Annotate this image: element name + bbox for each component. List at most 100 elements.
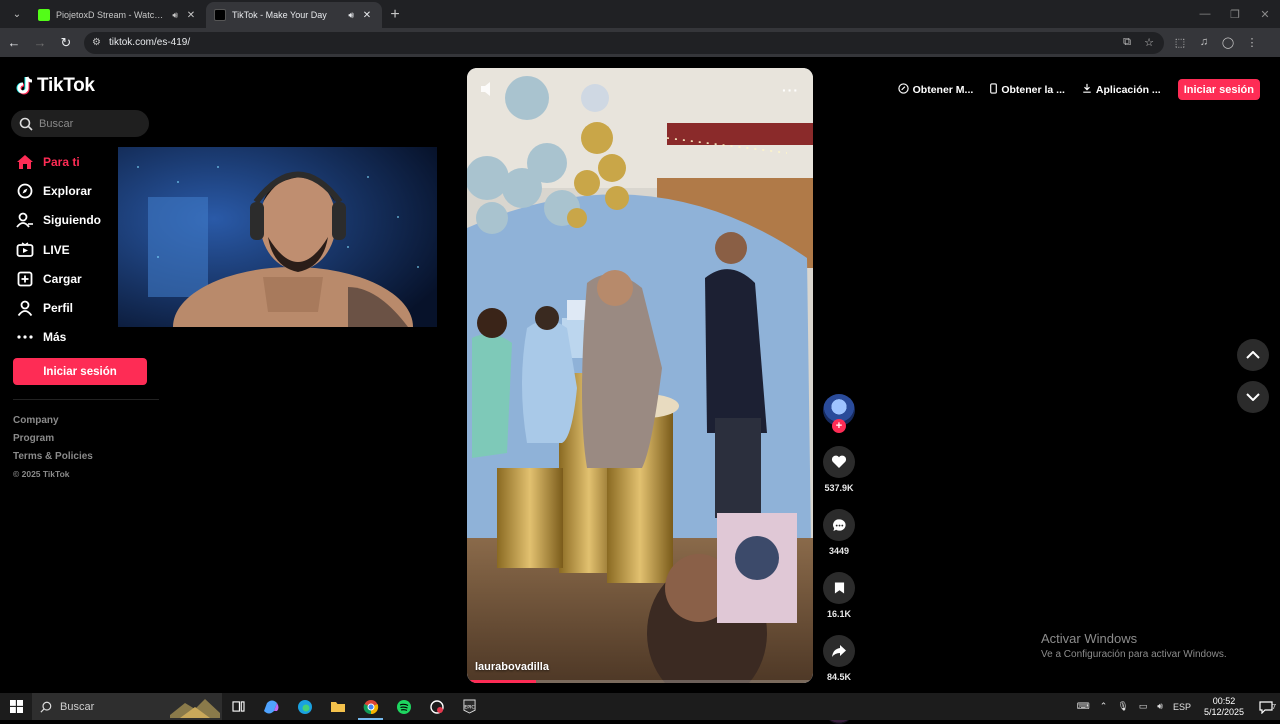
- activation-title: Activar Windows: [1041, 631, 1138, 646]
- video-player[interactable]: ··· laurabovadilla: [467, 68, 813, 683]
- reload-button[interactable]: ↻: [54, 31, 78, 55]
- tab-search-button[interactable]: ⌄: [4, 3, 30, 25]
- tiktok-logo[interactable]: TikTok: [16, 75, 95, 97]
- follow-plus-icon[interactable]: +: [832, 419, 846, 433]
- footer-link-company[interactable]: Company: [13, 412, 93, 430]
- video-username[interactable]: laurabovadilla: [475, 661, 549, 673]
- sidebar-item-label: Perfil: [43, 301, 74, 316]
- clock-date: 5/12/2025: [1203, 706, 1244, 717]
- scroll-down-button[interactable]: [1237, 381, 1269, 413]
- browser-menu-icon[interactable]: ⋮: [1240, 36, 1264, 49]
- install-app-icon[interactable]: ⧉: [1118, 36, 1136, 49]
- speaker-icon[interactable]: 🔊︎: [348, 10, 354, 21]
- windows-taskbar: Buscar EPIC ⌨ ⌃ 🎙︎ ▭ 🔊︎ ESP 00:52 5/12/2…: [0, 693, 1280, 720]
- taskbar-file-explorer[interactable]: [321, 693, 354, 720]
- browser-tab-stream[interactable]: PiojetoxD Stream - Watch Live 🔊︎ ✕: [30, 2, 206, 28]
- creator-avatar[interactable]: +: [823, 394, 855, 433]
- sidebar-item-label: LIVE: [43, 242, 70, 257]
- bookmark-star-icon[interactable]: ☆: [1140, 36, 1158, 49]
- forward-button[interactable]: →: [28, 31, 52, 55]
- sidebar-item-mas[interactable]: Más: [15, 323, 165, 352]
- comment-icon[interactable]: [823, 509, 855, 541]
- get-app-link[interactable]: Obtener la ...: [990, 82, 1065, 97]
- header-link-label: Obtener la ...: [1001, 83, 1065, 96]
- profile-icon[interactable]: ◯: [1216, 36, 1240, 49]
- upload-icon: [15, 271, 35, 287]
- sidebar-search[interactable]: [11, 110, 149, 137]
- like-action[interactable]: 537.9K: [820, 446, 858, 493]
- video-more-icon[interactable]: ···: [782, 82, 799, 98]
- more-icon: [15, 329, 35, 345]
- task-view-button[interactable]: [222, 693, 255, 720]
- windows-start-button[interactable]: [0, 693, 32, 720]
- minimize-icon[interactable]: —: [1190, 8, 1220, 20]
- address-bar[interactable]: ⚙ tiktok.com/es-419/ ⧉ ☆: [84, 31, 1164, 54]
- coin-icon: [897, 82, 909, 97]
- spotify-icon: [396, 699, 411, 714]
- search-icon: [40, 701, 52, 713]
- taskbar-chrome[interactable]: [354, 693, 387, 720]
- volume-icon[interactable]: [479, 80, 497, 98]
- close-tab-icon[interactable]: ✕: [360, 10, 374, 21]
- language-indicator[interactable]: ESP: [1173, 702, 1191, 712]
- taskbar-app-red[interactable]: [420, 693, 453, 720]
- network-icon[interactable]: ▭: [1139, 701, 1148, 712]
- sidebar-item-label: Para ti: [43, 154, 80, 169]
- webcam-overlay: [118, 147, 437, 327]
- following-icon: [15, 212, 35, 228]
- header-link-label: Obtener M...: [912, 83, 974, 96]
- header-login-button[interactable]: Iniciar sesión: [1177, 79, 1260, 100]
- task-view-icon: [232, 701, 245, 712]
- speaker-icon[interactable]: 🔊︎: [172, 10, 178, 21]
- window-controls: — ❐ ✕: [1190, 0, 1280, 28]
- tiktok-page: TikTok Para ti Explorar Siguiendo: [0, 57, 1280, 724]
- restore-icon[interactable]: ❐: [1220, 8, 1250, 21]
- taskbar-spotify[interactable]: [387, 693, 420, 720]
- webcam-image: [118, 147, 437, 327]
- taskbar-edge[interactable]: [288, 693, 321, 720]
- media-control-icon[interactable]: ♫: [1192, 36, 1216, 49]
- site-info-icon[interactable]: ⚙: [92, 37, 101, 48]
- footer-link-program[interactable]: Program: [13, 430, 93, 448]
- windows-activation-watermark: Activar Windows Ve a Configuración para …: [1041, 631, 1227, 660]
- tab-title: PiojetoxD Stream - Watch Live: [56, 10, 167, 20]
- keyboard-icon[interactable]: ⌨: [1077, 701, 1090, 712]
- bookmark-icon[interactable]: [823, 572, 855, 604]
- tray-overflow-icon[interactable]: ⌃: [1100, 701, 1108, 712]
- save-action[interactable]: 16.1K: [820, 572, 858, 619]
- search-highlight-icon: [170, 699, 220, 718]
- extensions-icon[interactable]: ⬚: [1168, 36, 1192, 49]
- taskbar-search[interactable]: Buscar: [32, 693, 222, 720]
- taskbar-epic-games[interactable]: EPIC: [453, 693, 486, 720]
- home-icon: [15, 154, 35, 170]
- windows-logo-icon: [9, 700, 23, 713]
- back-button[interactable]: ←: [2, 31, 26, 55]
- get-coins-link[interactable]: Obtener M...: [897, 82, 974, 97]
- share-action[interactable]: 84.5K: [820, 635, 858, 682]
- video-frame-image: [467, 68, 813, 683]
- video-action-rail: + 537.9K 3449 16.1K 84.5K: [820, 394, 858, 724]
- comment-action[interactable]: 3449: [820, 509, 858, 556]
- desktop-app-link[interactable]: Aplicación ...: [1082, 83, 1161, 96]
- sidebar-login-button[interactable]: Iniciar sesión: [13, 358, 147, 385]
- copyright-text: © 2025 TikTok: [13, 469, 70, 479]
- share-icon[interactable]: [823, 635, 855, 667]
- sidebar-item-label: Más: [43, 330, 67, 345]
- scroll-up-button[interactable]: [1237, 339, 1269, 371]
- heart-icon[interactable]: [823, 446, 855, 478]
- close-window-icon[interactable]: ✕: [1250, 8, 1280, 21]
- volume-icon[interactable]: 🔊︎: [1157, 701, 1163, 712]
- notification-center-button[interactable]: 7: [1252, 700, 1280, 714]
- chevron-up-icon: [1246, 351, 1260, 359]
- taskbar-copilot[interactable]: [255, 693, 288, 720]
- new-tab-button[interactable]: +: [382, 2, 408, 28]
- close-tab-icon[interactable]: ✕: [184, 10, 198, 21]
- footer-link-terms[interactable]: Terms & Policies: [13, 448, 93, 466]
- video-progress-bar[interactable]: [467, 680, 813, 683]
- browser-tab-tiktok[interactable]: TikTok - Make Your Day 🔊︎ ✕: [206, 2, 382, 28]
- search-input[interactable]: [39, 117, 139, 130]
- sidebar-divider: [13, 399, 159, 400]
- microphone-icon[interactable]: 🎙︎: [1117, 701, 1128, 712]
- taskbar-clock[interactable]: 00:52 5/12/2025: [1204, 696, 1244, 718]
- taskbar-search-placeholder: Buscar: [60, 700, 95, 713]
